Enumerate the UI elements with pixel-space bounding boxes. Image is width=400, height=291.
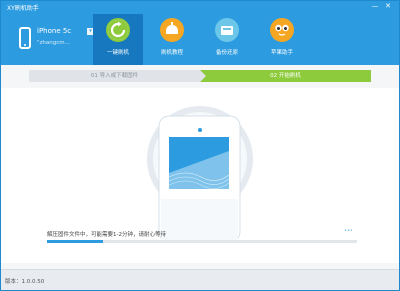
- progress-bar: [47, 240, 357, 243]
- phone-illustration: [147, 106, 253, 243]
- app-window: XY刷机助手 — ✕ iPhone 5c ▾ "zhangcm... 一键刷机: [0, 0, 400, 291]
- status-text: 解压固件文件中，可能需要1-2分钟，请耐心等待: [47, 232, 166, 238]
- progress-fill: [47, 240, 103, 243]
- footer-bar: 版本：1.0.0.50: [1, 269, 399, 290]
- version-text: 版本：1.0.0.50: [5, 279, 45, 285]
- status-mark: •••: [344, 228, 353, 234]
